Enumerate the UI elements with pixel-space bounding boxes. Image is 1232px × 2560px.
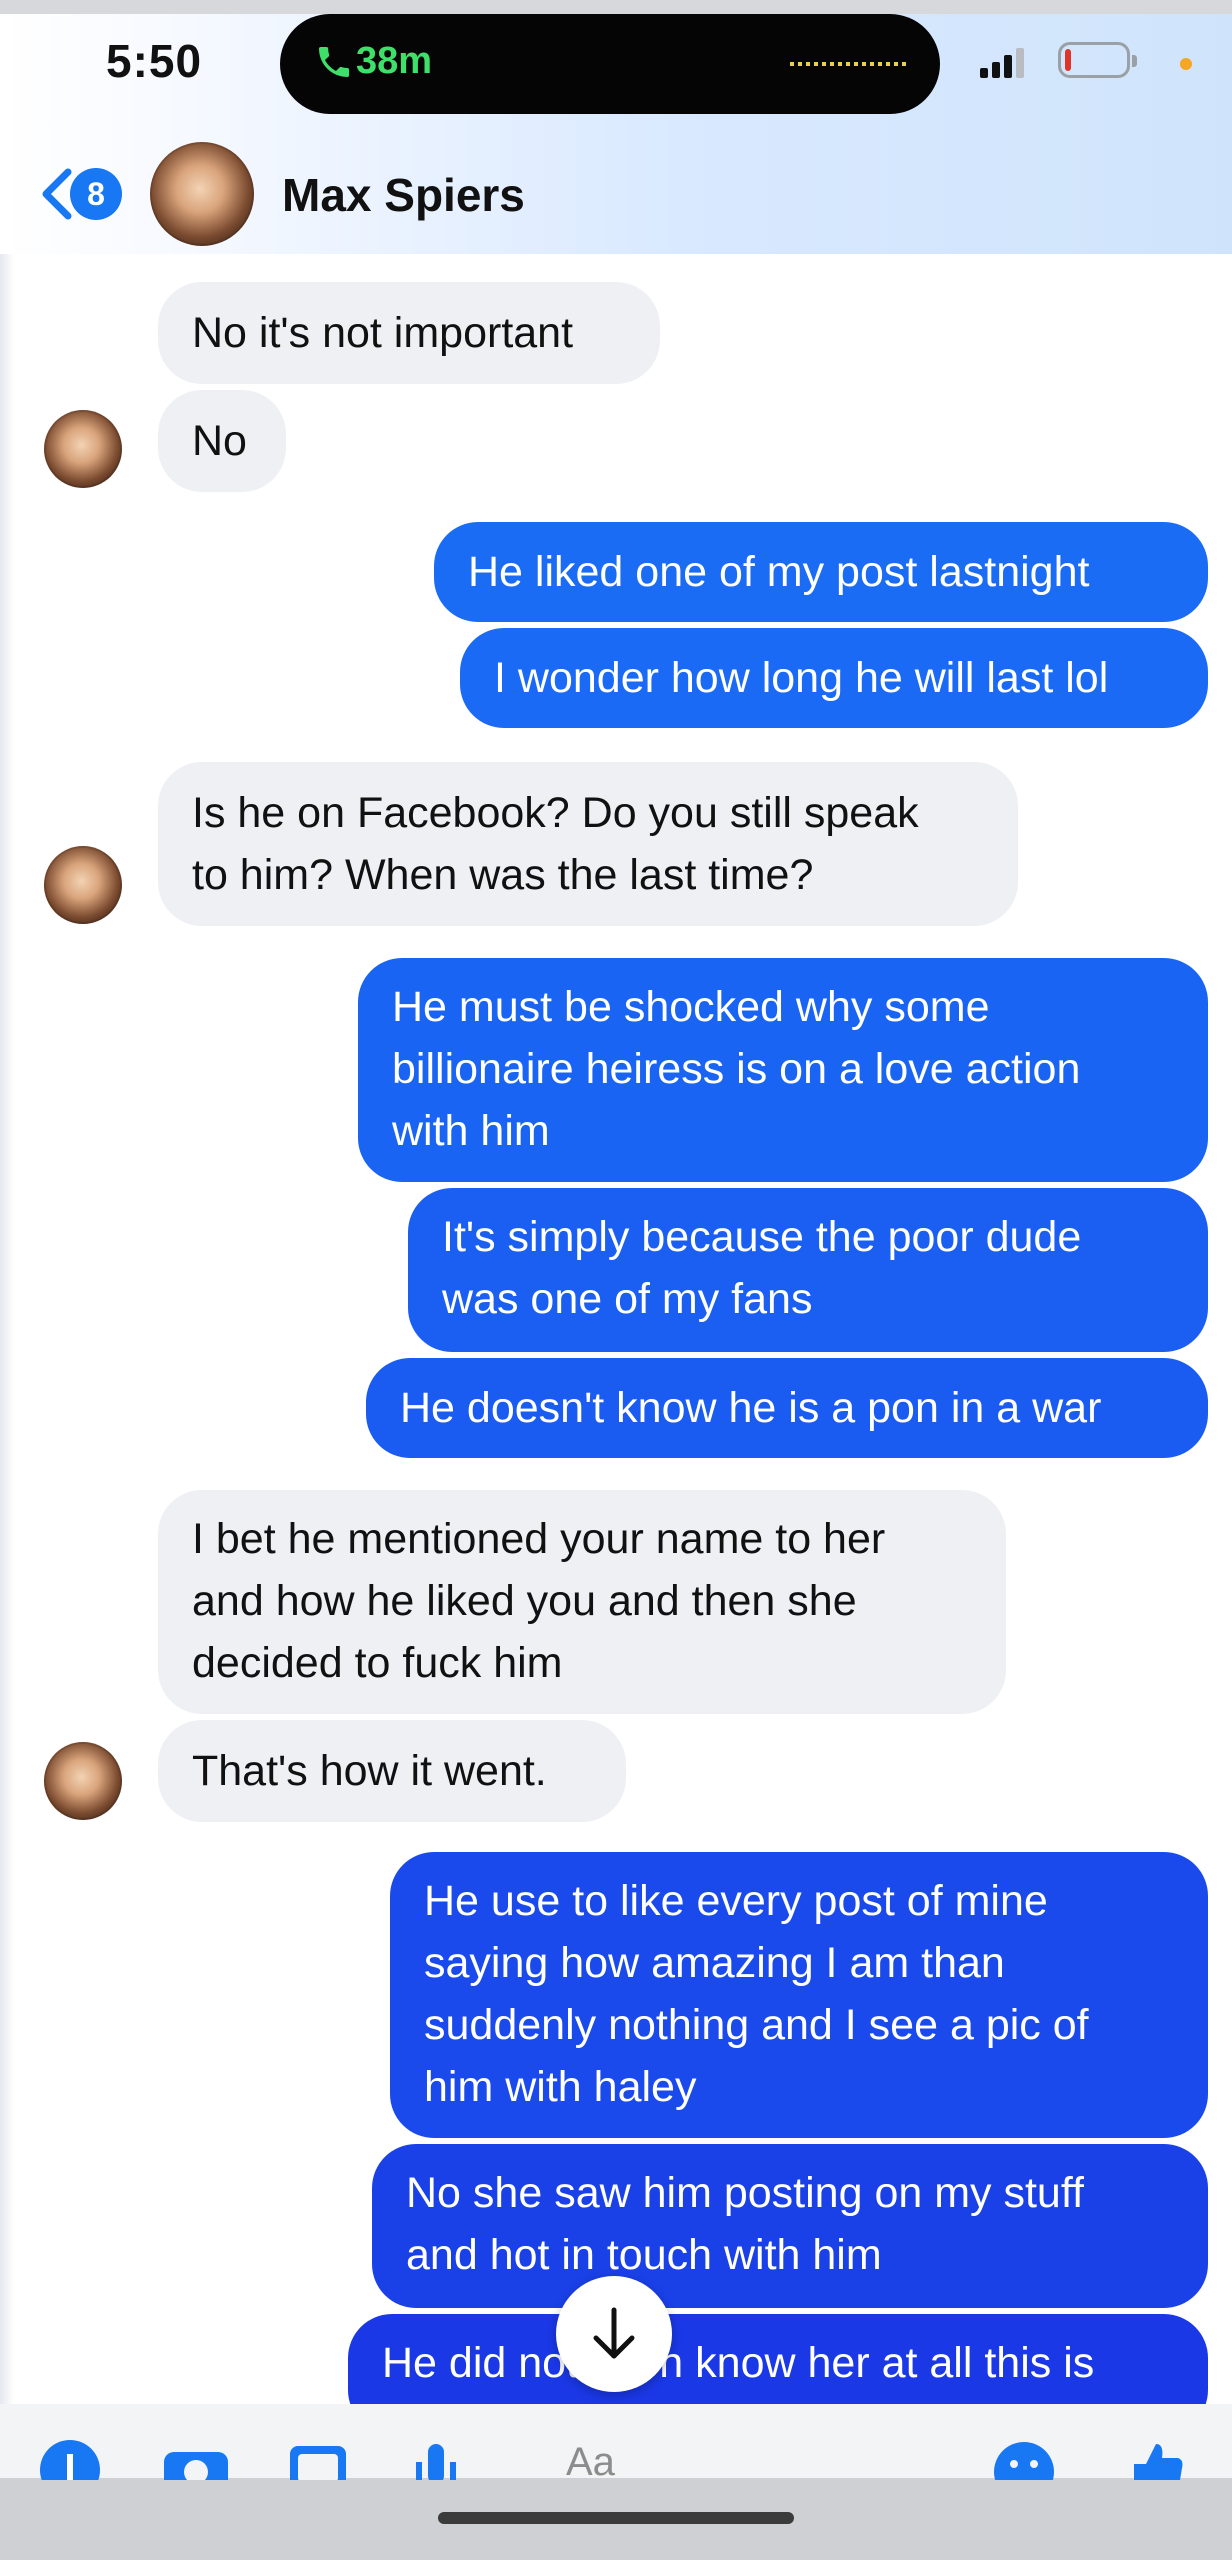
status-time: 5:50 [106,35,203,87]
like-icon[interactable] [1124,2440,1188,2480]
message-bubble-outgoing[interactable]: It's simply because the poor dude was on… [408,1188,1208,1352]
message-bubble-incoming[interactable]: I bet he mentioned your name to her and … [158,1490,1006,1714]
call-duration: 38m [356,40,433,82]
microphone-icon[interactable] [414,2440,458,2480]
sender-avatar[interactable] [44,1742,122,1820]
sender-avatar[interactable] [44,846,122,924]
message-bubble-outgoing[interactable]: He liked one of my post lastnight [434,522,1208,622]
message-bubble-incoming[interactable]: Is he on Facebook? Do you still speak to… [158,762,1018,926]
contact-avatar[interactable] [150,142,254,246]
phone-icon [319,47,349,77]
gallery-icon[interactable] [286,2440,350,2480]
message-bubble-outgoing[interactable]: No she saw him posting on my stuff and h… [372,2144,1208,2308]
message-bubble-outgoing[interactable]: He use to like every post of mine saying… [390,1852,1208,2138]
message-bubble-incoming[interactable]: No it's not important [158,282,660,384]
message-input[interactable]: Aa [566,2440,615,2485]
message-bubble-incoming[interactable]: No [158,390,286,492]
battery-icon [1058,42,1137,78]
plus-icon[interactable] [40,2440,100,2480]
message-bubble-incoming[interactable]: That's how it went. [158,1720,626,1822]
message-list[interactable]: No it's not important No He liked one of… [0,254,1232,2434]
scroll-down-button[interactable] [556,2276,672,2392]
top-strip [0,0,1232,14]
unread-count-badge[interactable]: 8 [70,168,122,220]
composer-bar [0,2404,1232,2560]
contact-name[interactable]: Max Spiers [282,168,525,222]
signal-icon [980,48,1024,78]
call-waveform [790,62,906,66]
message-bubble-outgoing[interactable]: He must be shocked why some billionaire … [358,958,1208,1182]
privacy-indicator [1180,58,1192,70]
emoji-icon[interactable] [992,2440,1056,2480]
active-call-pill[interactable]: 38m [280,14,940,114]
camera-icon[interactable] [160,2440,232,2480]
message-bubble-outgoing[interactable]: He doesn't know he is a pon in a war [366,1358,1208,1458]
scroll-down-icon [593,2307,635,2359]
home-indicator[interactable] [438,2512,794,2524]
message-bubble-outgoing[interactable]: I wonder how long he will last lol [460,628,1208,728]
sender-avatar[interactable] [44,410,122,488]
